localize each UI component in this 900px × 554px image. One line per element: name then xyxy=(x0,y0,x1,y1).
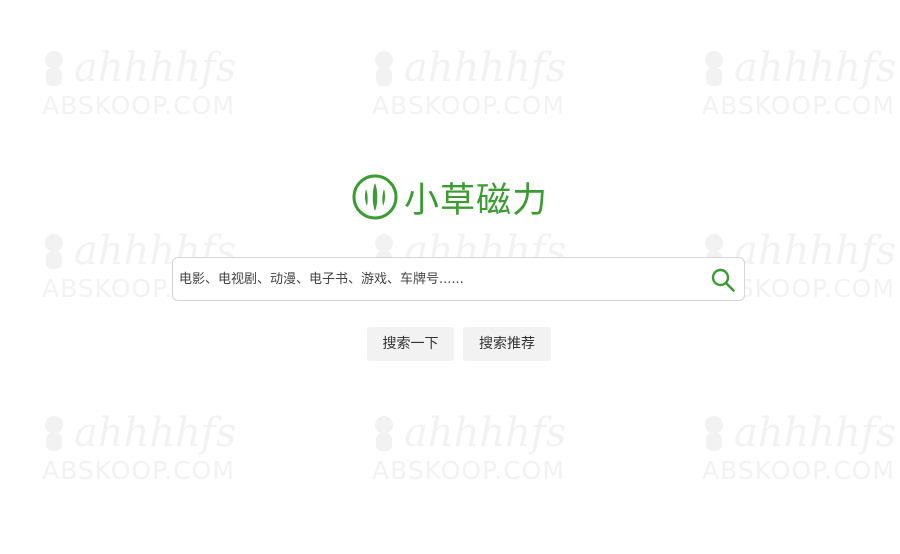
watermark-domain: ABSKOOP.COM xyxy=(702,456,895,485)
watermark-brand: ahhhhfs xyxy=(74,410,237,456)
search-button[interactable]: 搜索一下 xyxy=(367,327,454,361)
watermark-tile: ahhhhfs ABSKOOP.COM xyxy=(40,410,290,500)
watermark-mascot-icon xyxy=(45,416,63,451)
search-recommend-button[interactable]: 搜索推荐 xyxy=(463,327,551,361)
watermark-mascot-icon xyxy=(45,234,63,269)
watermark-domain: ABSKOOP.COM xyxy=(42,456,235,485)
watermark-mascot-icon xyxy=(705,51,723,86)
watermark-mascot-icon xyxy=(705,416,723,451)
site-title: 小草磁力 xyxy=(404,180,549,221)
watermark-brand: ahhhhfs xyxy=(734,228,897,274)
watermark-mascot-icon xyxy=(45,51,63,86)
watermark-mascot-icon xyxy=(375,51,393,86)
watermark-domain: ABSKOOP.COM xyxy=(372,91,565,120)
watermark-tile: ahhhhfs ABSKOOP.COM xyxy=(370,45,620,135)
watermark-brand: ahhhhfs xyxy=(404,410,567,456)
watermark-tile: ahhhhfs ABSKOOP.COM xyxy=(700,45,900,135)
watermark-brand: ahhhhfs xyxy=(74,45,237,91)
watermark-brand: ahhhhfs xyxy=(404,45,567,91)
watermark-brand: ahhhhfs xyxy=(734,410,897,456)
search-input[interactable] xyxy=(179,258,699,300)
grass-leaf-logo-icon xyxy=(352,174,398,220)
watermark-domain: ABSKOOP.COM xyxy=(42,91,235,120)
watermark-domain: ABSKOOP.COM xyxy=(372,456,565,485)
watermark-tile: ahhhhfs ABSKOOP.COM xyxy=(370,410,620,500)
search-box xyxy=(172,257,745,301)
site-logo[interactable]: 小草磁力 xyxy=(352,174,549,221)
search-icon[interactable] xyxy=(710,267,736,293)
watermark-mascot-icon xyxy=(375,416,393,451)
watermark-tile: ahhhhfs ABSKOOP.COM xyxy=(700,410,900,500)
watermark-domain: ABSKOOP.COM xyxy=(702,91,895,120)
watermark-tile: ahhhhfs ABSKOOP.COM xyxy=(40,45,290,135)
watermark-brand: ahhhhfs xyxy=(734,45,897,91)
